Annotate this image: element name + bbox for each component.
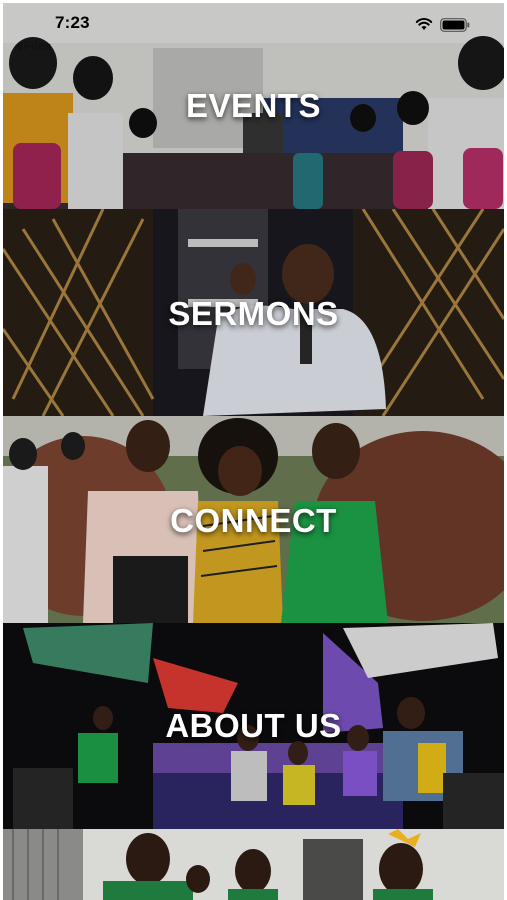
back-arrow-icon: ◀ (15, 40, 22, 51)
wifi-icon (415, 18, 433, 30)
youth-group-photo (3, 829, 504, 900)
menu-tile-connect[interactable]: CONNECT (3, 416, 504, 623)
menu-tile-about-us[interactable]: ABOUT US (3, 623, 504, 829)
back-to-files-button[interactable]: ◀ Files (15, 39, 51, 53)
back-label: Files (23, 39, 52, 53)
menu-tile-label: EVENTS (185, 87, 322, 124)
menu-tile-label: SERMONS (168, 295, 339, 332)
app-screen: 7:23 ◀ Files EVENTS SERMONS CONNECT ABOU… (3, 3, 504, 900)
battery-icon (440, 18, 470, 32)
status-time: 7:23 (55, 13, 90, 32)
menu-tile-label: ABOUT US (165, 707, 342, 744)
menu-tile-youth[interactable] (3, 829, 504, 900)
status-bar: 7:23 ◀ Files (3, 3, 504, 61)
menu-tile-label: CONNECT (170, 502, 337, 539)
menu-tile-sermons[interactable]: SERMONS (3, 209, 504, 416)
